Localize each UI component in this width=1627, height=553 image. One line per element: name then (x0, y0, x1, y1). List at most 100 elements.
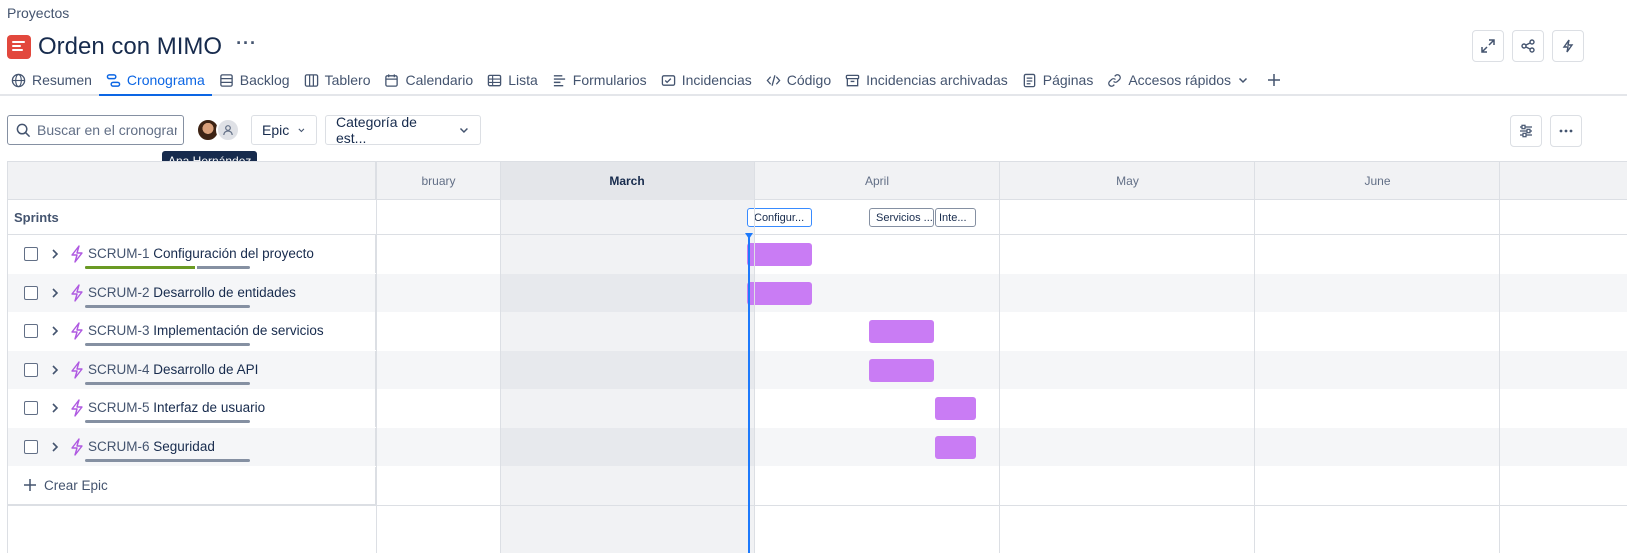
tab-paginas[interactable]: Páginas (1015, 66, 1101, 94)
project-more-button[interactable]: ··· (236, 34, 257, 56)
category-filter-dropdown[interactable]: Categoría de est... (325, 114, 481, 146)
epic-progress-bar (85, 343, 250, 347)
tab-lista[interactable]: Lista (480, 66, 545, 94)
view-settings-button[interactable] (1510, 115, 1542, 147)
tab-codigo[interactable]: Código (759, 66, 838, 94)
category-filter-label: Categoría de est... (336, 114, 417, 146)
chevron-right-icon[interactable] (48, 323, 62, 339)
chevron-down-icon (298, 128, 305, 133)
epic-key: SCRUM-4 (88, 361, 150, 377)
tab-incidencias-archivadas[interactable]: Incidencias archivadas (838, 66, 1015, 94)
epic-name: Implementación de servicios (153, 323, 324, 339)
epic-checkbox[interactable] (24, 440, 38, 454)
tab-label: Incidencias (681, 72, 752, 88)
epic-timeline-bar[interactable] (935, 436, 976, 459)
automation-button[interactable] (1552, 30, 1584, 62)
epic-checkbox[interactable] (24, 401, 38, 416)
epic-title[interactable]: SCRUM-1 Configuración del proyecto (88, 246, 314, 261)
code-icon (766, 74, 781, 86)
chevron-right-icon[interactable] (48, 362, 62, 378)
tab-label: Páginas (1042, 72, 1094, 88)
epic-checkbox[interactable] (24, 285, 38, 300)
month-divider (754, 162, 755, 553)
tab-resumen[interactable]: Resumen (0, 66, 99, 94)
more-actions-button[interactable] (1550, 115, 1582, 147)
settings-sliders-icon (1520, 124, 1532, 138)
epic-row[interactable]: SCRUM-3 Implementación de servicios (8, 312, 1627, 351)
plus-icon (1268, 74, 1281, 86)
sprint-chip[interactable]: Inte... (935, 208, 976, 227)
epic-filter-dropdown[interactable]: Epic (251, 115, 317, 145)
chevron-right-icon[interactable] (48, 439, 62, 455)
epic-progress-bar (85, 420, 250, 424)
epic-row[interactable]: SCRUM-6 Seguridad (8, 428, 1627, 466)
epic-title[interactable]: SCRUM-5 Interfaz de usuario (88, 400, 265, 415)
sprint-chip[interactable]: Servicios ... (869, 208, 934, 227)
epic-progress-bar (85, 304, 250, 308)
breadcrumb[interactable]: Proyectos (7, 5, 69, 21)
search-icon (16, 123, 31, 137)
epic-name: Desarrollo de entidades (153, 284, 296, 300)
archive-icon (845, 74, 860, 86)
epic-row[interactable]: SCRUM-4 Desarrollo de API (8, 350, 1627, 389)
epic-checkbox[interactable] (24, 362, 38, 377)
epic-checkbox[interactable] (24, 324, 38, 339)
share-icon (1521, 39, 1535, 53)
epic-title[interactable]: SCRUM-6 Seguridad (88, 439, 215, 454)
epic-title[interactable]: SCRUM-4 Desarrollo de API (88, 362, 258, 377)
timeline-icon (106, 73, 121, 87)
chevron-down-icon (1239, 77, 1248, 84)
tab-backlog[interactable]: Backlog (212, 66, 297, 94)
person-icon (223, 125, 233, 136)
epic-row-left: SCRUM-6 Seguridad (8, 428, 376, 466)
tab-accesos-rapidos[interactable]: Accesos rápidos (1100, 66, 1256, 94)
month-march: March (500, 162, 754, 200)
epic-lightning-icon (71, 361, 83, 379)
epic-title[interactable]: SCRUM-3 Implementación de servicios (88, 323, 324, 338)
chevron-right-icon[interactable] (48, 400, 62, 416)
list-icon (487, 74, 502, 86)
tab-cronograma[interactable]: Cronograma (98, 66, 212, 96)
epic-filter-label: Epic (262, 122, 290, 138)
epic-timeline-bar[interactable] (747, 281, 812, 305)
epic-row[interactable]: SCRUM-2 Desarrollo de entidades (8, 273, 1627, 312)
epic-timeline-bar[interactable] (869, 320, 934, 344)
search-box[interactable] (7, 115, 184, 145)
sprints-row: Sprints Configur... Servicios ... Inte..… (8, 200, 1627, 235)
epic-lightning-icon (71, 283, 83, 302)
add-tab-button[interactable] (1256, 66, 1292, 94)
epic-lightning-icon (71, 322, 83, 340)
epic-timeline-bar[interactable] (869, 358, 934, 382)
project-icon (7, 35, 31, 59)
tab-formularios[interactable]: Formularios (545, 66, 654, 94)
tab-label: Incidencias archivadas (866, 72, 1008, 88)
epic-row[interactable]: SCRUM-1 Configuración del proyecto (8, 235, 1627, 273)
epic-key: SCRUM-6 (88, 439, 150, 454)
tab-label: Formularios (572, 72, 647, 88)
epic-row[interactable]: SCRUM-5 Interfaz de usuario (8, 389, 1627, 428)
sprints-label: Sprints (14, 210, 59, 225)
avatar-unassigned[interactable] (216, 118, 240, 142)
fullscreen-button[interactable] (1472, 30, 1504, 62)
sprint-chip[interactable]: Configur... (747, 208, 812, 227)
create-epic-button[interactable]: Crear Epic (8, 467, 376, 505)
share-button[interactable] (1512, 30, 1544, 62)
chevron-right-icon[interactable] (48, 246, 62, 262)
tab-tablero[interactable]: Tablero (297, 66, 378, 94)
chevron-right-icon[interactable] (48, 285, 62, 301)
tab-label: Código (786, 72, 832, 88)
tab-label: Accesos rápidos (1128, 72, 1232, 88)
tab-incidencias[interactable]: Incidencias (654, 66, 759, 94)
tab-label: Calendario (405, 72, 474, 88)
tab-label: Cronograma (126, 72, 205, 88)
tab-calendario[interactable]: Calendario (377, 66, 480, 94)
search-input[interactable] (37, 122, 177, 138)
epic-timeline-bar[interactable] (747, 243, 812, 266)
timeline-header: bruary March April May June (8, 162, 1627, 200)
link-icon (1108, 73, 1122, 87)
epic-timeline-bar[interactable] (935, 397, 976, 421)
epic-key: SCRUM-1 (88, 246, 150, 261)
epic-title[interactable]: SCRUM-2 Desarrollo de entidades (88, 285, 296, 300)
board-icon (304, 73, 318, 87)
epic-checkbox[interactable] (24, 247, 38, 261)
